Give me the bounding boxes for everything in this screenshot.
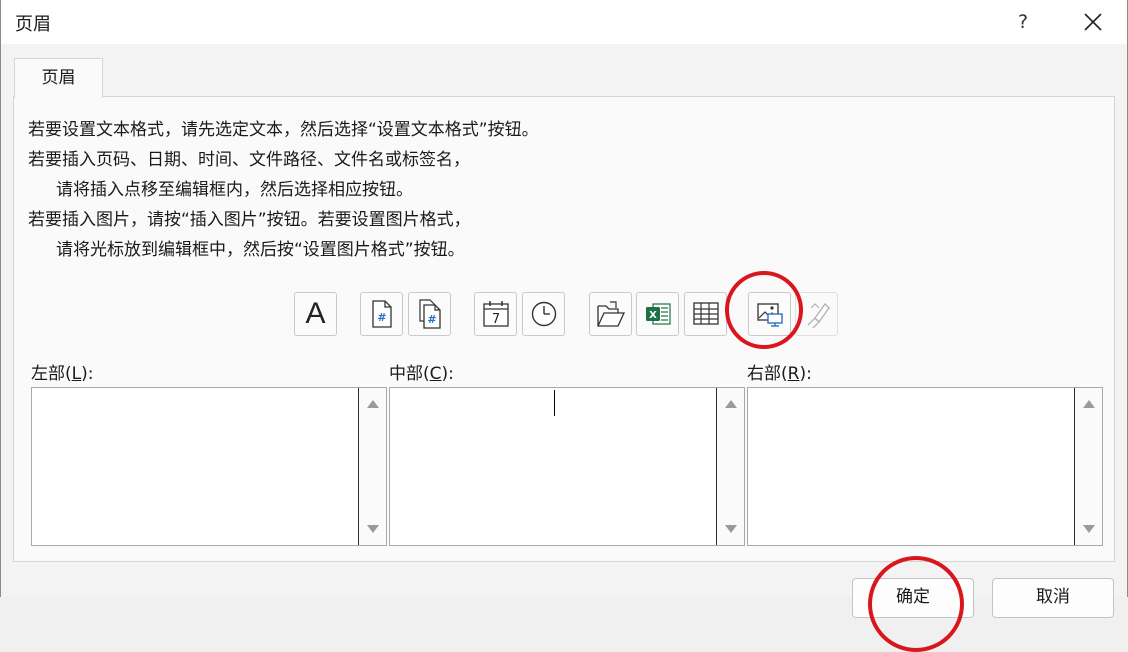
insert-page-count-button[interactable]: # bbox=[408, 292, 451, 336]
insert-date-icon: 7 bbox=[482, 301, 509, 327]
right-section-editbox[interactable] bbox=[747, 387, 1103, 546]
insert-sheet-name-icon bbox=[692, 302, 719, 325]
insert-page-count-icon: # bbox=[418, 299, 441, 329]
scroll-up-icon[interactable] bbox=[725, 400, 737, 408]
instruction-line: 若要插入图片，请按“插入图片”按钮。若要设置图片格式， bbox=[28, 210, 471, 230]
svg-text:7: 7 bbox=[491, 312, 499, 327]
help-button[interactable]: ? bbox=[1007, 6, 1039, 38]
right-editbox-scrollbar[interactable] bbox=[1074, 388, 1102, 545]
format-text-button[interactable]: A bbox=[294, 292, 337, 336]
insert-picture-icon bbox=[756, 303, 783, 327]
close-icon bbox=[1084, 13, 1102, 31]
close-button[interactable] bbox=[1073, 4, 1113, 40]
instruction-line: 若要插入页码、日期、时间、文件路径、文件名或标签名， bbox=[28, 150, 470, 170]
center-editbox-scrollbar[interactable] bbox=[716, 388, 744, 545]
title-bar: 页眉 ? bbox=[1, 0, 1127, 44]
insert-time-icon bbox=[531, 301, 556, 327]
insert-date-button[interactable]: 7 bbox=[474, 292, 517, 336]
insert-picture-button[interactable] bbox=[748, 292, 791, 336]
scroll-down-icon[interactable] bbox=[1083, 525, 1095, 533]
tab-panel: 若要设置文本格式，请先选定文本，然后选择“设置文本格式”按钮。 若要插入页码、日… bbox=[13, 96, 1115, 562]
svg-text:#: # bbox=[427, 313, 436, 326]
header-dialog: 页眉 ? 页眉 若要设置文本格式，请先选定文本，然后选择“设置文本格式”按钮。 … bbox=[0, 0, 1128, 652]
left-section-editbox[interactable] bbox=[31, 387, 387, 546]
instruction-line: 请将插入点移至编辑框内，然后选择相应按钮。 bbox=[56, 180, 413, 200]
svg-text:X: X bbox=[649, 310, 657, 321]
scroll-up-icon[interactable] bbox=[1083, 400, 1095, 408]
format-picture-icon bbox=[807, 302, 830, 328]
scroll-down-icon[interactable] bbox=[367, 525, 379, 533]
right-section-label: 右部(R): bbox=[747, 364, 812, 384]
center-section-label: 中部(C): bbox=[389, 364, 454, 384]
format-picture-button[interactable] bbox=[795, 292, 838, 336]
svg-text:#: # bbox=[377, 311, 386, 324]
dialog-title: 页眉 bbox=[15, 14, 51, 35]
ok-button[interactable]: 确定 bbox=[852, 578, 974, 618]
insert-page-number-button[interactable]: # bbox=[360, 292, 403, 336]
cancel-button[interactable]: 取消 bbox=[992, 578, 1114, 618]
scroll-up-icon[interactable] bbox=[367, 400, 379, 408]
instruction-line: 请将光标放到编辑框中，然后按“设置图片格式”按钮。 bbox=[56, 240, 465, 260]
text-caret bbox=[554, 390, 555, 416]
instruction-line: 若要设置文本格式，请先选定文本，然后选择“设置文本格式”按钮。 bbox=[28, 120, 539, 140]
scroll-down-icon[interactable] bbox=[725, 525, 737, 533]
insert-sheet-name-button[interactable] bbox=[684, 292, 727, 336]
insert-page-number-icon: # bbox=[371, 300, 392, 328]
left-section-label: 左部(L): bbox=[31, 364, 94, 384]
insert-file-path-icon bbox=[596, 301, 625, 327]
left-editbox-scrollbar[interactable] bbox=[358, 388, 386, 545]
center-section-editbox[interactable] bbox=[389, 387, 745, 546]
insert-file-path-button[interactable] bbox=[589, 292, 632, 336]
insert-file-name-icon: X bbox=[645, 303, 671, 325]
tab-header[interactable]: 页眉 bbox=[14, 58, 103, 98]
format-text-icon: A bbox=[305, 297, 326, 330]
insert-time-button[interactable] bbox=[522, 292, 565, 336]
insert-file-name-button[interactable]: X bbox=[636, 292, 679, 336]
